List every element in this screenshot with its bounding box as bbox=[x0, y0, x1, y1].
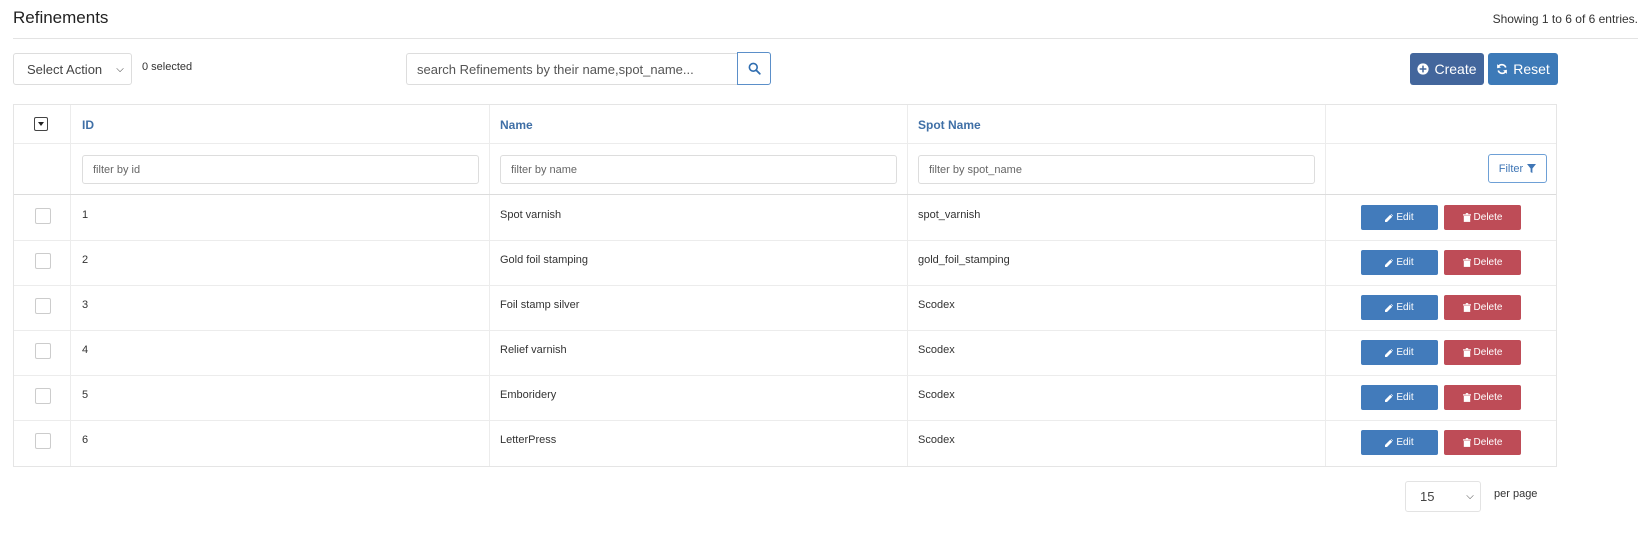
search-input[interactable]: search Refinements by their name,spot_na… bbox=[406, 53, 737, 85]
trash-icon bbox=[1462, 258, 1471, 267]
delete-button[interactable]: Delete bbox=[1444, 295, 1521, 320]
edit-label: Edit bbox=[1396, 302, 1414, 313]
delete-label: Delete bbox=[1473, 437, 1503, 448]
edit-button[interactable]: Edit bbox=[1361, 295, 1438, 320]
table-cell-id: 3 bbox=[82, 299, 89, 311]
funnel-icon bbox=[1527, 164, 1537, 173]
delete-button[interactable]: Delete bbox=[1444, 205, 1521, 230]
table-cell-name: Emboridery bbox=[500, 389, 557, 401]
table-cell-spot-name: gold_foil_stamping bbox=[918, 254, 1010, 266]
search-button[interactable] bbox=[737, 52, 771, 85]
pencil-icon bbox=[1385, 348, 1394, 357]
per-page-select[interactable]: 15 ⌵ bbox=[1405, 481, 1481, 512]
table-cell-spot-name: spot_varnish bbox=[918, 209, 981, 221]
edit-label: Edit bbox=[1396, 437, 1414, 448]
delete-button[interactable]: Delete bbox=[1444, 430, 1521, 455]
edit-button[interactable]: Edit bbox=[1361, 430, 1438, 455]
table-cell-name: LetterPress bbox=[500, 434, 557, 446]
select-all-checkbox[interactable] bbox=[34, 117, 48, 131]
caret-down-icon bbox=[38, 122, 44, 126]
column-header-id[interactable]: ID bbox=[82, 118, 94, 132]
row-checkbox[interactable] bbox=[35, 388, 51, 404]
per-page-value: 15 bbox=[1420, 489, 1435, 504]
row-checkbox[interactable] bbox=[35, 343, 51, 359]
row-divider bbox=[14, 194, 1556, 195]
per-page-label: per page bbox=[1494, 488, 1538, 500]
edit-label: Edit bbox=[1396, 257, 1414, 268]
delete-label: Delete bbox=[1473, 212, 1503, 223]
reset-button[interactable]: Reset bbox=[1488, 53, 1558, 85]
row-checkbox[interactable] bbox=[35, 298, 51, 314]
row-divider bbox=[14, 420, 1556, 421]
table-cell-spot-name: Scodex bbox=[918, 299, 955, 311]
row-divider bbox=[14, 240, 1556, 241]
delete-button[interactable]: Delete bbox=[1444, 340, 1521, 365]
delete-label: Delete bbox=[1473, 347, 1503, 358]
row-divider bbox=[14, 330, 1556, 331]
edit-label: Edit bbox=[1396, 212, 1414, 223]
edit-button[interactable]: Edit bbox=[1361, 205, 1438, 230]
pencil-icon bbox=[1385, 258, 1394, 267]
row-divider bbox=[14, 143, 1556, 144]
page-title: Refinements bbox=[13, 8, 109, 27]
row-checkbox[interactable] bbox=[35, 433, 51, 449]
edit-button[interactable]: Edit bbox=[1361, 250, 1438, 275]
edit-button[interactable]: Edit bbox=[1361, 340, 1438, 365]
delete-button[interactable]: Delete bbox=[1444, 385, 1521, 410]
header-divider bbox=[13, 38, 1638, 39]
delete-label: Delete bbox=[1473, 257, 1503, 268]
table-cell-id: 6 bbox=[82, 434, 89, 446]
select-action-dropdown[interactable]: Select Action ⌵ bbox=[13, 53, 132, 85]
trash-icon bbox=[1462, 348, 1471, 357]
filter-name-input[interactable]: filter by name bbox=[500, 155, 897, 184]
delete-button[interactable]: Delete bbox=[1444, 250, 1521, 275]
row-checkbox[interactable] bbox=[35, 253, 51, 269]
table-cell-name: Spot varnish bbox=[500, 209, 562, 221]
pencil-icon bbox=[1385, 303, 1394, 312]
trash-icon bbox=[1462, 213, 1471, 222]
table-cell-spot-name: Scodex bbox=[918, 389, 955, 401]
row-divider bbox=[14, 375, 1556, 376]
entries-summary: Showing 1 to 6 of 6 entries. bbox=[1492, 12, 1638, 26]
column-header-name[interactable]: Name bbox=[500, 118, 533, 132]
table-cell-id: 1 bbox=[82, 209, 89, 221]
table-cell-id: 5 bbox=[82, 389, 89, 401]
row-checkbox[interactable] bbox=[35, 208, 51, 224]
edit-button[interactable]: Edit bbox=[1361, 385, 1438, 410]
create-button[interactable]: Create bbox=[1410, 53, 1484, 85]
pencil-icon bbox=[1385, 438, 1394, 447]
row-divider bbox=[14, 285, 1556, 286]
filter-spot-name-input[interactable]: filter by spot_name bbox=[918, 155, 1315, 184]
refinements-table: ID Name Spot Name filter by id filter by… bbox=[13, 104, 1557, 467]
chevron-down-icon: ⌵ bbox=[1466, 491, 1474, 502]
pencil-icon bbox=[1385, 393, 1394, 402]
table-cell-id: 4 bbox=[82, 344, 89, 356]
filter-button-label: Filter bbox=[1498, 162, 1524, 175]
selected-count: 0 selected bbox=[142, 61, 193, 73]
edit-label: Edit bbox=[1396, 392, 1414, 403]
refresh-icon bbox=[1497, 63, 1508, 75]
search-icon bbox=[748, 62, 761, 75]
table-cell-name: Gold foil stamping bbox=[500, 254, 589, 266]
chevron-down-icon: ⌵ bbox=[116, 63, 124, 75]
reset-label: Reset bbox=[1513, 61, 1550, 77]
trash-icon bbox=[1462, 438, 1471, 447]
trash-icon bbox=[1462, 393, 1471, 402]
table-cell-spot-name: Scodex bbox=[918, 434, 955, 446]
edit-label: Edit bbox=[1396, 347, 1414, 358]
column-header-spot-name[interactable]: Spot Name bbox=[918, 118, 981, 132]
table-cell-name: Relief varnish bbox=[500, 344, 567, 356]
pencil-icon bbox=[1385, 213, 1394, 222]
create-label: Create bbox=[1434, 61, 1477, 77]
delete-label: Delete bbox=[1473, 392, 1503, 403]
filter-button[interactable]: Filter bbox=[1488, 154, 1547, 183]
plus-circle-icon bbox=[1417, 63, 1430, 75]
table-cell-id: 2 bbox=[82, 254, 89, 266]
trash-icon bbox=[1462, 303, 1471, 312]
filter-id-input[interactable]: filter by id bbox=[82, 155, 479, 184]
select-action-label: Select Action bbox=[27, 61, 103, 77]
delete-label: Delete bbox=[1473, 302, 1503, 313]
table-cell-spot-name: Scodex bbox=[918, 344, 955, 356]
table-cell-name: Foil stamp silver bbox=[500, 299, 580, 311]
